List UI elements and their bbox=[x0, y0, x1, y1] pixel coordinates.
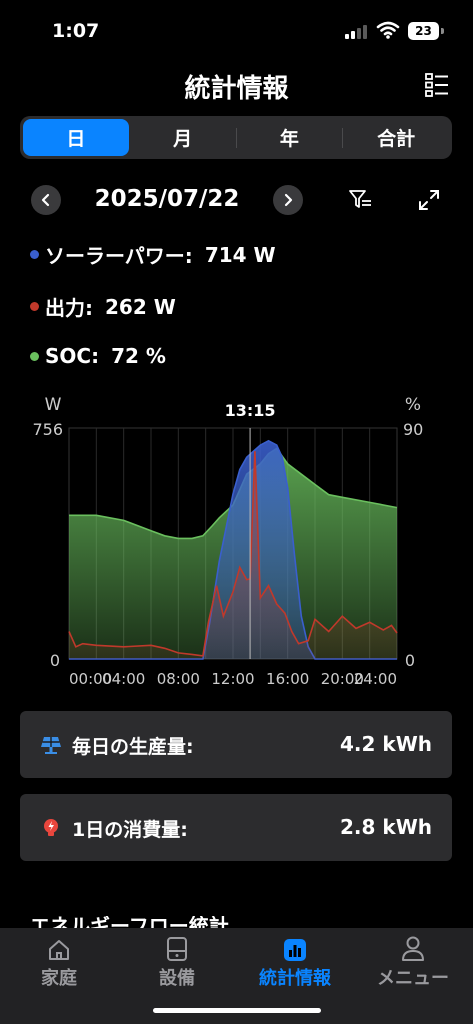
solar-dot bbox=[30, 250, 39, 259]
cellular-signal-icon bbox=[345, 25, 367, 39]
filter-icon[interactable] bbox=[348, 189, 372, 211]
cursor-time-label: 13:15 bbox=[225, 401, 276, 420]
next-section-title: エネルギーフロー統計 bbox=[30, 916, 229, 928]
tab-menu[interactable]: メニュー bbox=[358, 934, 468, 990]
tab-devices-label: 設備 bbox=[159, 968, 195, 989]
home-indicator bbox=[153, 1008, 321, 1013]
tab-year[interactable]: 年 bbox=[237, 119, 343, 156]
battery-tip bbox=[441, 28, 444, 34]
home-icon bbox=[49, 940, 69, 960]
x-tick-label: 16:00 bbox=[266, 670, 309, 688]
selected-date[interactable]: 2025/07/22 bbox=[72, 186, 262, 212]
next-day-button[interactable] bbox=[273, 185, 303, 215]
tab-menu-label: メニュー bbox=[377, 968, 449, 989]
soc-value: 72 % bbox=[111, 344, 166, 368]
tab-home[interactable]: 家庭 bbox=[4, 934, 114, 990]
period-segmented-control: 日 月 年 合計 bbox=[20, 116, 452, 159]
tab-total[interactable]: 合計 bbox=[343, 119, 449, 156]
bar-chart-icon bbox=[284, 939, 306, 961]
expand-icon[interactable] bbox=[418, 189, 440, 211]
y-left-min-label: 0 bbox=[50, 651, 60, 670]
daily-consumption-label: 1日の消費量: bbox=[72, 819, 188, 841]
tab-month[interactable]: 月 bbox=[130, 119, 236, 156]
daily-production-card: 毎日の生産量: 4.2 kWh bbox=[20, 711, 452, 778]
legend-solar: ソーラーパワー: 714 W bbox=[30, 240, 276, 269]
daily-production-label: 毎日の生産量: bbox=[72, 736, 194, 758]
daily-consumption-card: 1日の消費量: 2.8 kWh bbox=[20, 794, 452, 861]
legend-output: 出力: 262 W bbox=[30, 292, 176, 321]
status-time: 1:07 bbox=[52, 20, 100, 42]
y-right-min-label: 0 bbox=[405, 651, 415, 670]
solar-label: ソーラーパワー: bbox=[45, 244, 193, 268]
wifi-icon bbox=[376, 21, 400, 39]
solar-panel-icon bbox=[41, 737, 61, 754]
soc-label: SOC: bbox=[45, 344, 100, 368]
lightbulb-icon bbox=[44, 819, 58, 836]
solar-value: 714 W bbox=[204, 242, 276, 267]
status-bar: 1:07 23 bbox=[0, 0, 473, 60]
tab-day[interactable]: 日 bbox=[23, 119, 129, 156]
soc-dot bbox=[30, 351, 39, 361]
tab-devices[interactable]: 設備 bbox=[122, 934, 232, 990]
legend-soc: SOC: 72 % bbox=[30, 344, 166, 368]
header: 統計情報 bbox=[0, 60, 473, 112]
y-right-max-label: 90 bbox=[403, 420, 423, 439]
x-tick-label: 24:00 bbox=[354, 670, 397, 688]
chevron-left-icon bbox=[41, 193, 50, 207]
device-icon bbox=[167, 937, 187, 961]
battery-level: 23 bbox=[408, 22, 439, 40]
x-tick-label: 12:00 bbox=[211, 670, 254, 688]
person-icon bbox=[402, 936, 424, 961]
y-right-unit-label: % bbox=[405, 395, 421, 415]
tab-statistics-label: 統計情報 bbox=[259, 968, 331, 989]
daily-production-value: 4.2 kWh bbox=[340, 732, 432, 756]
page-title: 統計情報 bbox=[184, 74, 289, 104]
daily-consumption-value: 2.8 kWh bbox=[340, 815, 432, 839]
y-left-max-label: 756 bbox=[32, 420, 63, 439]
x-tick-label: 08:00 bbox=[157, 670, 200, 688]
chevron-right-icon bbox=[284, 193, 293, 207]
tab-home-label: 家庭 bbox=[41, 968, 77, 989]
checklist-icon[interactable] bbox=[425, 72, 449, 98]
output-dot bbox=[30, 302, 39, 311]
output-label: 出力: bbox=[45, 296, 93, 320]
date-navigator: 2025/07/22 bbox=[0, 178, 473, 222]
previous-day-button[interactable] bbox=[31, 185, 61, 215]
output-value: 262 W bbox=[105, 294, 176, 319]
y-left-unit-label: W bbox=[45, 395, 62, 415]
energy-chart[interactable]: 13:15W %756090000:0004:00 08:00 12:00 16:00 2… bbox=[0, 388, 473, 693]
tab-statistics[interactable]: 統計情報 bbox=[240, 934, 350, 990]
x-tick-label: 04:00 bbox=[102, 670, 145, 688]
